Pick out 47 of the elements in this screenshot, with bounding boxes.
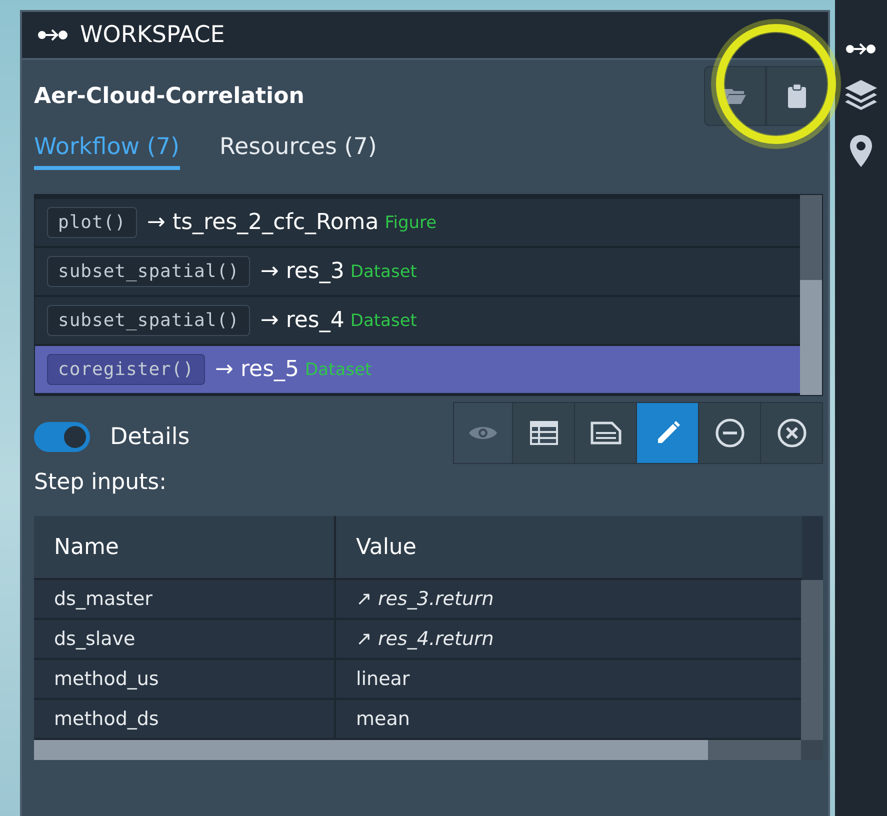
table-button[interactable]: [512, 403, 574, 463]
workflow-icon[interactable]: [846, 42, 876, 56]
scrollbar[interactable]: [801, 580, 823, 740]
column-header: Value: [335, 516, 802, 579]
details-toggle[interactable]: [34, 422, 90, 452]
tab[interactable]: Workflow (7): [34, 130, 180, 170]
table-cell: ds_master: [34, 579, 335, 619]
workflow-step[interactable]: subset_spatial() → res_3 Dataset: [35, 248, 800, 297]
layers-icon[interactable]: [844, 78, 878, 112]
function-tag: coregister(): [47, 354, 206, 385]
tab[interactable]: Resources (7): [220, 130, 377, 166]
panel-title: WORKSPACE: [80, 22, 225, 48]
workflow-step[interactable]: subset_spatial() → res_4 Dataset: [35, 297, 800, 346]
scrollbar[interactable]: [34, 740, 823, 760]
function-tag: subset_spatial(): [47, 305, 250, 336]
table-icon: [528, 420, 558, 446]
close-circle-icon: [776, 418, 806, 448]
step-result: → res_4: [260, 308, 344, 333]
workflow-step[interactable]: coregister() → res_5 Dataset: [35, 346, 800, 395]
workspace-name: Aer-Cloud-Correlation: [34, 84, 304, 108]
section-label: Step inputs:: [33, 469, 168, 497]
document-button[interactable]: [574, 403, 636, 463]
step-result: → res_3: [260, 259, 344, 284]
document-icon: [590, 421, 622, 445]
function-tag: plot(): [47, 207, 138, 238]
step-result: → ts_res_2_cfc_Roma: [147, 210, 379, 235]
minus-circle-icon: [714, 418, 744, 448]
result-type: Dataset: [350, 262, 417, 282]
workflow-step[interactable]: plot() → ts_res_2_cfc_Roma Figure: [35, 199, 800, 248]
cross-button[interactable]: [760, 403, 822, 463]
toggle-label: Details: [110, 424, 190, 450]
folder-icon: [723, 86, 747, 106]
result-type: Dataset: [305, 360, 372, 380]
clipboard-button[interactable]: [766, 66, 828, 126]
map-pin-icon[interactable]: [849, 134, 873, 168]
column-header: Name: [34, 516, 335, 579]
function-tag: subset_spatial(): [47, 256, 250, 287]
table-cell: ds_slave: [34, 619, 335, 659]
minus-button[interactable]: [698, 403, 760, 463]
result-type: Dataset: [350, 310, 417, 330]
table-cell: method_us: [34, 659, 335, 699]
scrollbar[interactable]: [800, 195, 822, 395]
clipboard-icon: [787, 83, 807, 109]
result-type: Figure: [384, 212, 437, 232]
pencil-button[interactable]: [636, 403, 698, 463]
step-result: → res_5: [215, 357, 300, 382]
workflow-icon: [38, 28, 68, 42]
